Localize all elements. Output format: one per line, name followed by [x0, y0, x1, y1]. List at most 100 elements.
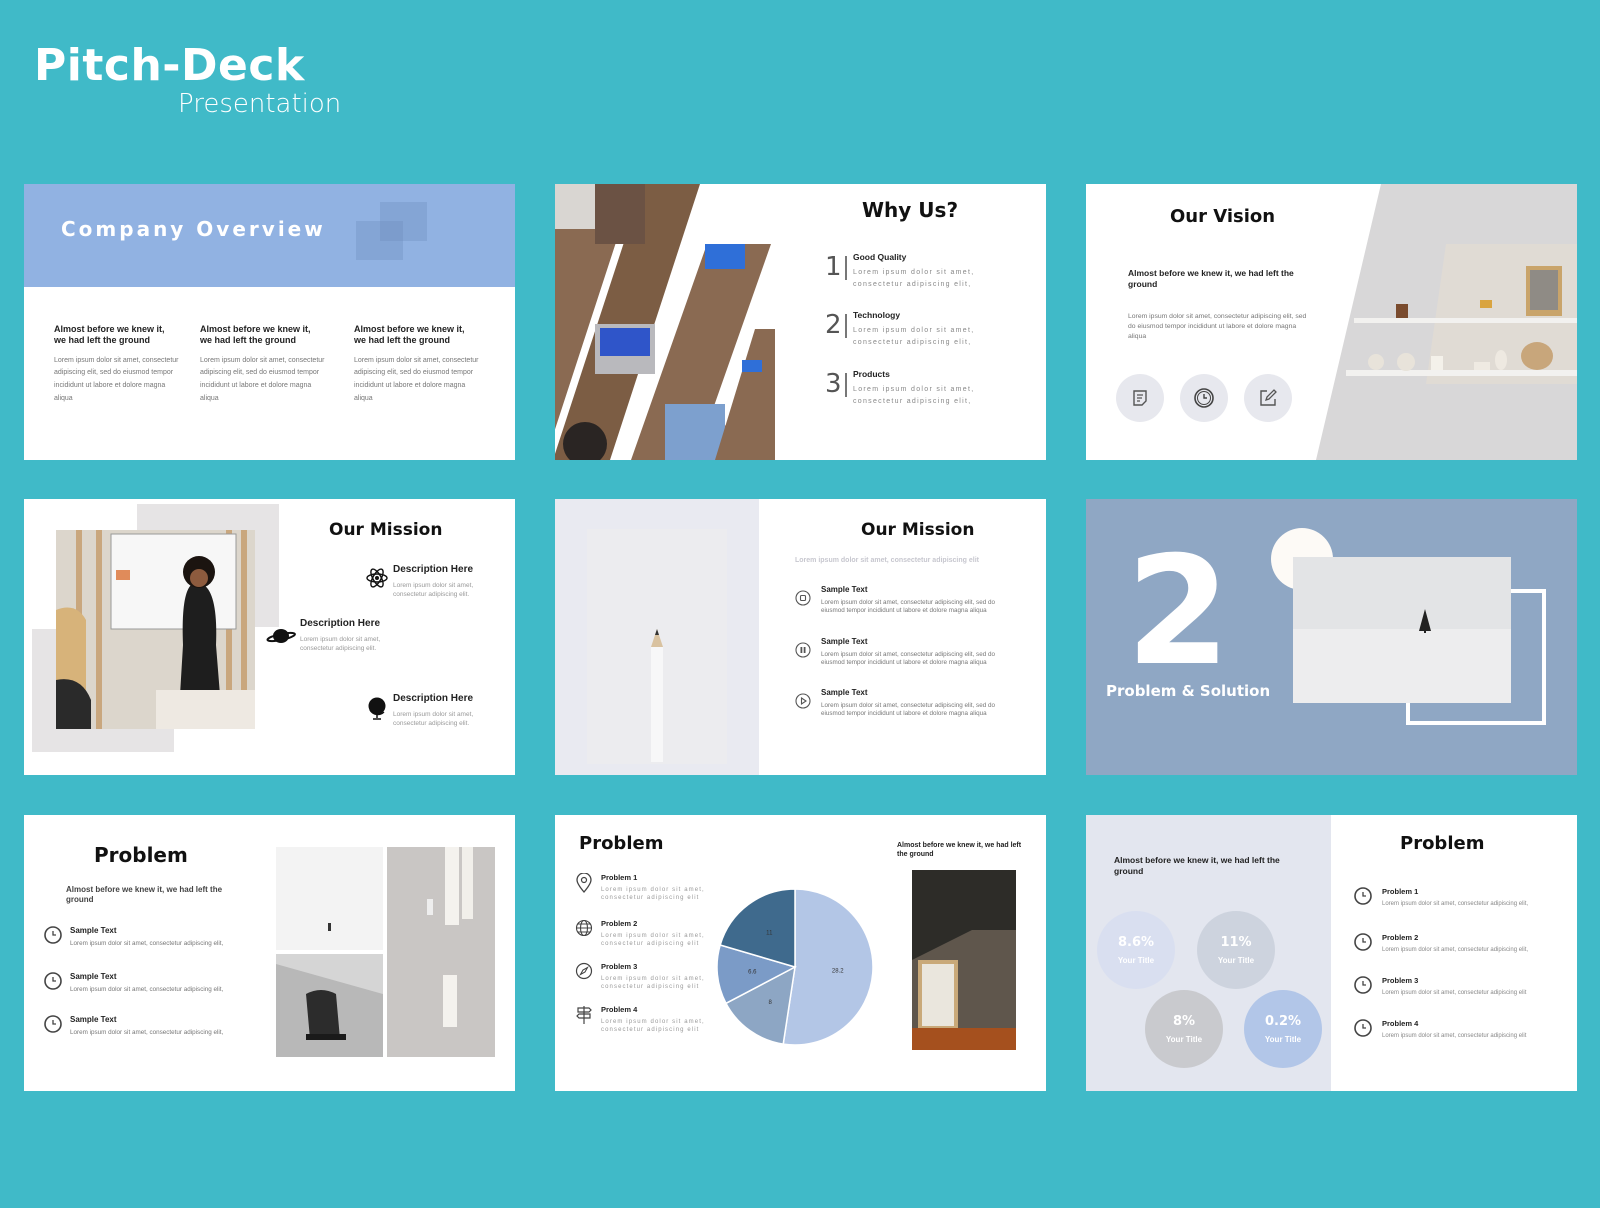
problem-row: Problem 2 Lorem ipsum dolor sit amet, co… — [1354, 933, 1554, 955]
pie-slice-label: 28.2 — [832, 968, 844, 974]
pie-slice-label: 11 — [766, 931, 773, 937]
walking-person-photo — [276, 847, 383, 950]
stat-bubble: 8.6% Your Title — [1097, 911, 1175, 989]
edit-button[interactable] — [1244, 374, 1292, 422]
slide-company-overview[interactable]: Company Overview Almost before we knew i… — [24, 184, 515, 460]
stats-subtitle: Almost before we knew it, we had left th… — [1114, 855, 1280, 876]
clock-icon — [1194, 388, 1214, 408]
row-body: Lorem ipsum dolor sit amet, consectetur … — [821, 651, 995, 667]
column-body: Lorem ipsum dolor sit amet, consectetur … — [200, 356, 325, 403]
compass-icon — [575, 962, 593, 980]
divider — [845, 373, 847, 397]
stat-value: 0.2% — [1264, 1013, 1302, 1029]
row-heading: Sample Text — [821, 637, 868, 646]
reason-number: 3 — [825, 369, 842, 399]
mission-item: Description Here Lorem ipsum dolor sit a… — [300, 618, 410, 653]
row-heading: Sample Text — [821, 585, 868, 594]
problem-row: Sample Text Lorem ipsum dolor sit amet, … — [44, 972, 244, 994]
problem-row: Problem 3 Lorem ipsum dolor sit amet, co… — [1354, 976, 1554, 998]
stat-label: Your Title — [1165, 1034, 1203, 1044]
row-heading: Problem 4 — [1382, 1019, 1419, 1028]
slide-our-mission-a[interactable]: Our Mission Description Here Lorem ipsum… — [24, 499, 515, 775]
edit-icon — [1260, 389, 1277, 406]
team-meeting-photo — [555, 184, 775, 460]
problem-subtitle: Almost before we knew it, we had left th… — [66, 885, 223, 904]
note-button[interactable] — [1116, 374, 1164, 422]
row-body: Lorem ipsum dolor sit amet, consectetur … — [1382, 947, 1529, 954]
row-body: Lorem ipsum dolor sit amet, consectetur … — [70, 1029, 224, 1036]
row-body: Lorem ipsum dolor sit amet, consectetur … — [601, 976, 705, 991]
row-body: Lorem ipsum dolor sit amet, consectetur … — [70, 940, 224, 947]
row-heading: Sample Text — [70, 1015, 117, 1024]
clock-icon — [44, 1015, 62, 1033]
globe-grid-icon — [575, 919, 593, 937]
problem-row: Sample Text Lorem ipsum dolor sit amet, … — [44, 1015, 244, 1037]
item-body: Lorem ipsum dolor sit amet, consectetur … — [393, 581, 474, 598]
problem-row: Sample Text Lorem ipsum dolor sit amet, … — [44, 926, 244, 948]
chart-caption: Almost before we knew it, we had left th… — [897, 842, 1022, 858]
vision-body: Lorem ipsum dolor sit amet, consectetur … — [1128, 313, 1307, 340]
clock-icon — [44, 972, 62, 990]
clock-icon — [1354, 887, 1372, 905]
row-body: Lorem ipsum dolor sit amet, consectetur … — [1382, 1033, 1527, 1040]
reason-item: 2 Technology Lorem ipsum dolor sit amet, … — [825, 310, 1025, 360]
slide-our-mission-b[interactable]: Our Mission Lorem ipsum dolor sit amet, … — [555, 499, 1046, 775]
reason-label: Good Quality — [853, 252, 907, 262]
column-heading: Almost before we knew it, we had left th… — [200, 324, 311, 346]
clock-button[interactable] — [1180, 374, 1228, 422]
mission-item: Description Here Lorem ipsum dolor sit a… — [393, 693, 503, 728]
clock-icon — [44, 926, 62, 944]
stat-label: Your Title — [1264, 1034, 1302, 1044]
note-icon — [1133, 390, 1147, 406]
pencil-photo — [587, 529, 727, 764]
clock-icon — [1354, 933, 1372, 951]
stat-value: 8.6% — [1117, 934, 1155, 950]
row-body: Lorem ipsum dolor sit amet, consectetur … — [1382, 990, 1527, 997]
slide-section-divider[interactable]: 2 Problem & Solution — [1086, 499, 1577, 775]
mission-row: Sample Text Lorem ipsum dolor sit amet, … — [795, 637, 995, 667]
stat-label: Your Title — [1217, 955, 1255, 965]
row-heading: Problem 3 — [601, 962, 638, 971]
slide-our-vision[interactable]: Our Vision Almost before we knew it, we … — [1086, 184, 1577, 460]
item-body: Lorem ipsum dolor sit amet, consectetur … — [393, 710, 474, 727]
globe-icon — [368, 697, 386, 720]
problem-row: Problem 4 Lorem ipsum dolor sit amet, co… — [575, 1005, 705, 1035]
pause-icon — [795, 642, 811, 658]
reason-label: Products — [853, 369, 890, 379]
stat-bubble: 8% Your Title — [1145, 990, 1223, 1068]
slide-title: Our Vision — [1170, 206, 1276, 227]
pie-slice-label: 6.6 — [748, 969, 757, 975]
column-body: Lorem ipsum dolor sit amet, consectetur … — [54, 356, 179, 403]
overview-column: Almost before we knew it, we had left th… — [54, 324, 179, 406]
section-number: 2 — [1126, 525, 1231, 699]
row-heading: Problem 2 — [1382, 933, 1419, 942]
slide-problem-b[interactable]: Problem Problem 1 Lorem ipsum dolor sit … — [555, 815, 1046, 1091]
slide-problem-a[interactable]: Problem Almost before we knew it, we had… — [24, 815, 515, 1091]
item-heading: Description Here — [300, 618, 381, 629]
divider — [845, 314, 847, 338]
row-body: Lorem ipsum dolor sit amet, consectetur … — [821, 702, 995, 718]
shelf-photo — [1316, 184, 1577, 460]
reason-body: Lorem ipsum dolor sit amet, consectetur … — [853, 326, 975, 347]
stat-label: Your Title — [1117, 955, 1155, 965]
signpost-icon — [576, 1006, 592, 1024]
planet-icon — [266, 629, 296, 643]
problem-row: Problem 3 Lorem ipsum dolor sit amet, co… — [575, 962, 705, 992]
stat-value: 11% — [1220, 934, 1252, 950]
row-heading: Sample Text — [70, 972, 117, 981]
window-light-photo — [387, 847, 495, 1057]
row-body: Lorem ipsum dolor sit amet, consectetur … — [601, 933, 705, 948]
mission-row: Sample Text Lorem ipsum dolor sit amet, … — [795, 585, 995, 615]
slide-why-us[interactable]: Why Us? 1 Good Quality Lorem ipsum dolor … — [555, 184, 1046, 460]
slide-problem-c[interactable]: Almost before we knew it, we had left th… — [1086, 815, 1577, 1091]
problem-row: Problem 2 Lorem ipsum dolor sit amet, co… — [575, 919, 705, 949]
stat-value: 8% — [1172, 1013, 1196, 1029]
stat-bubble: 0.2% Your Title — [1244, 990, 1322, 1068]
divider — [845, 256, 847, 280]
reason-label: Technology — [853, 310, 901, 320]
overview-column: Almost before we knew it, we had left th… — [200, 324, 325, 406]
mission-row: Sample Text Lorem ipsum dolor sit amet, … — [795, 688, 995, 718]
clock-icon — [1354, 1019, 1372, 1037]
row-body: Lorem ipsum dolor sit amet, consectetur … — [821, 599, 995, 615]
problem-row: Problem 1 Lorem ipsum dolor sit amet, co… — [575, 873, 705, 903]
